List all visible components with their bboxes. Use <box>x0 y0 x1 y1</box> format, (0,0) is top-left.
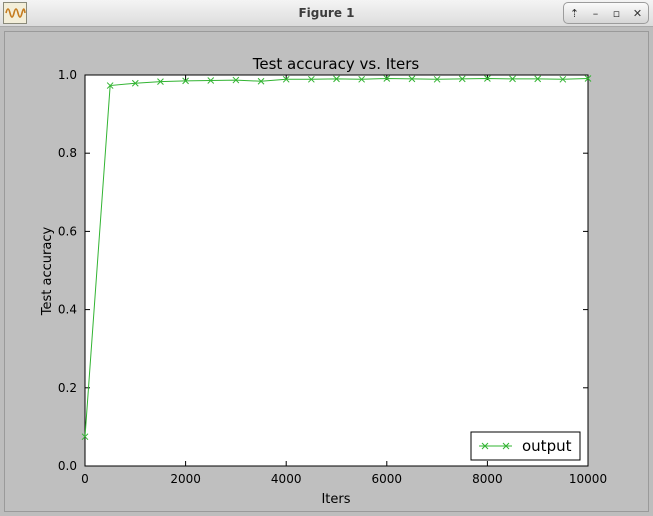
y-tick-label: 0.6 <box>58 224 77 238</box>
x-tick-label: 10000 <box>569 472 607 486</box>
y-tick-label: 0.8 <box>58 146 77 160</box>
y-tick-label: 0.2 <box>58 381 77 395</box>
y-axis-label: Test accuracy <box>40 227 55 317</box>
x-tick-label: 8000 <box>472 472 503 486</box>
y-tick-label: 0.0 <box>58 459 77 473</box>
plot-area <box>84 74 589 467</box>
x-tick-label: 6000 <box>372 472 403 486</box>
x-tick-label: 0 <box>81 472 89 486</box>
legend: output <box>470 431 581 461</box>
legend-label-output: output <box>522 437 572 455</box>
y-tick-label: 0.4 <box>58 303 77 317</box>
x-tick-label: 4000 <box>271 472 302 486</box>
figure-canvas[interactable]: Test accuracy vs. Iters Iters Test accur… <box>0 0 653 516</box>
y-tick-label: 1.0 <box>58 68 77 82</box>
x-axis-label: Iters <box>321 492 350 507</box>
x-tick-label: 2000 <box>170 472 201 486</box>
chart-title: Test accuracy vs. Iters <box>252 55 420 73</box>
